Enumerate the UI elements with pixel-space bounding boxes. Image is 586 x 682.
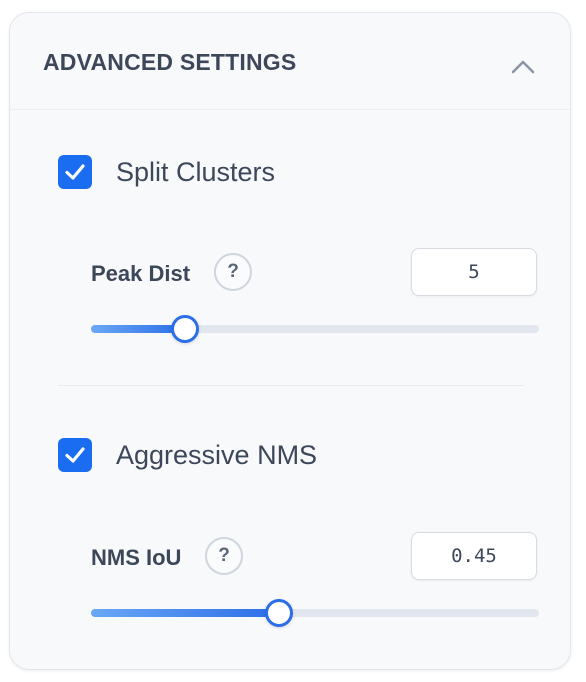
checkmark-icon	[65, 447, 85, 463]
peak-dist-help-icon[interactable]: ?	[214, 253, 252, 291]
aggressive-nms-label: Aggressive NMS	[116, 439, 318, 470]
nms-iou-slider[interactable]	[91, 599, 539, 627]
nms-iou-slider-fill	[91, 609, 280, 617]
nms-iou-help-icon[interactable]: ?	[205, 537, 243, 575]
section-divider	[58, 385, 524, 386]
panel-header[interactable]: ADVANCED SETTINGS	[10, 13, 570, 110]
split-clusters-row: Split Clusters	[58, 155, 275, 189]
panel-title: ADVANCED SETTINGS	[43, 49, 297, 75]
nms-iou-input[interactable]: 0.45	[411, 532, 537, 580]
aggressive-nms-row: Aggressive NMS	[58, 438, 317, 472]
peak-dist-input[interactable]: 5	[411, 248, 537, 296]
nms-iou-slider-thumb[interactable]	[265, 599, 294, 627]
chevron-up-icon[interactable]	[510, 57, 536, 75]
split-clusters-label: Split Clusters	[116, 156, 276, 187]
peak-dist-slider[interactable]	[91, 315, 539, 343]
checkmark-icon	[65, 164, 85, 180]
split-clusters-checkbox[interactable]	[58, 155, 92, 189]
nms-iou-label: NMS IoU	[91, 545, 182, 570]
advanced-settings-panel: ADVANCED SETTINGS Split Clusters Peak Di…	[9, 12, 571, 670]
peak-dist-label: Peak Dist	[91, 261, 191, 286]
peak-dist-slider-thumb[interactable]	[171, 315, 200, 343]
aggressive-nms-checkbox[interactable]	[58, 438, 92, 472]
